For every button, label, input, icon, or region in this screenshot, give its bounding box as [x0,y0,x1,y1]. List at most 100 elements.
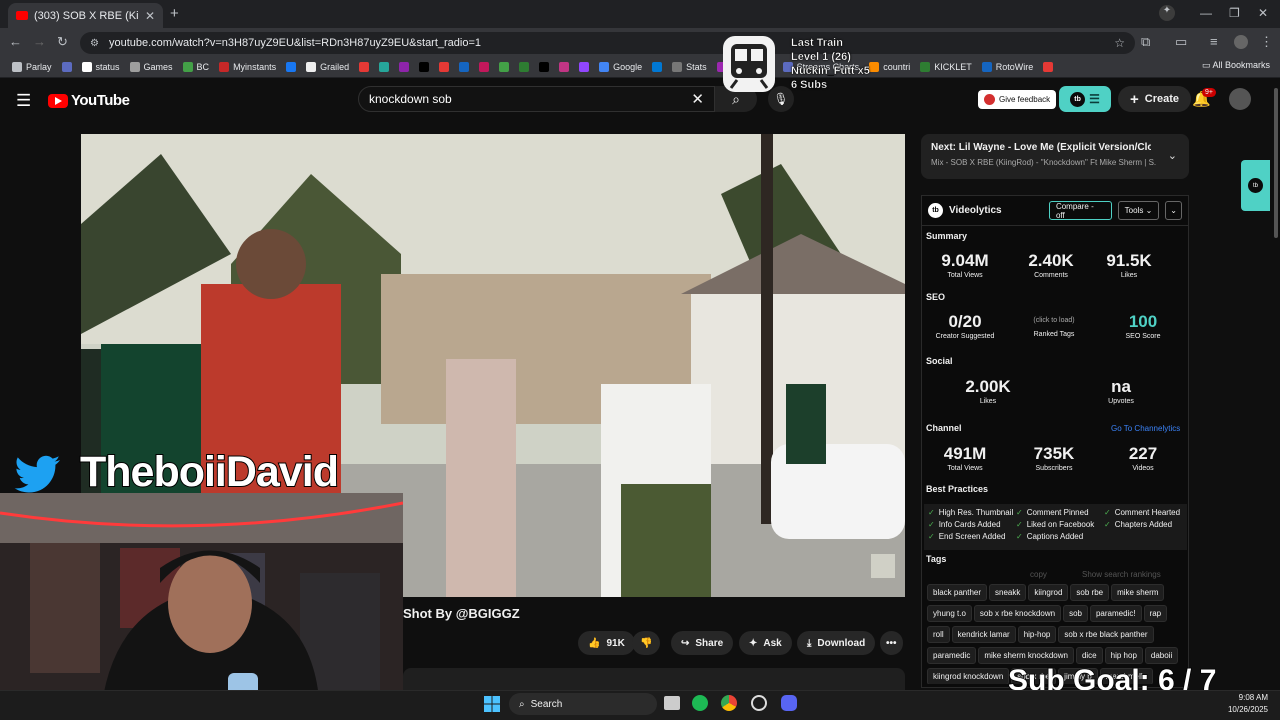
copy-tags-button[interactable]: copy [1030,570,1047,579]
hamburger-menu-icon[interactable]: ☰ [16,91,31,111]
account-avatar[interactable] [1229,88,1251,110]
minimize-icon[interactable]: — [1200,6,1212,20]
bookmark-item[interactable] [375,61,393,72]
tag-chip[interactable]: hip hop [1104,647,1143,664]
close-window-icon[interactable]: ✕ [1258,6,1268,20]
expand-chevron-icon[interactable]: ⌄ [1165,201,1182,220]
tag-chip[interactable]: dice [1075,647,1103,664]
tag-chip[interactable]: mike sherm [1111,584,1165,601]
share-button[interactable]: ↪ Share [671,631,734,655]
give-feedback-button[interactable]: Give feedback [978,90,1057,109]
bookmark-item[interactable] [515,61,533,72]
chevron-down-icon[interactable]: ⌄ [1168,149,1177,162]
bookmark-item[interactable] [395,61,413,72]
address-bar[interactable]: ⚙ youtube.com/watch?v=n3H87uyZ9EU&list=R… [80,32,1135,54]
tag-chip[interactable]: rap [1143,605,1168,622]
compare-button[interactable]: Compare - off [1048,201,1112,220]
profile-avatar[interactable] [1234,35,1248,49]
back-icon[interactable]: ← [9,34,22,49]
taskbar-search[interactable]: ⌕ Search [509,693,657,715]
bookmark-item[interactable] [435,61,453,72]
up-next-card[interactable]: Next: Lil Wayne - Love Me (Explicit Vers… [921,134,1189,179]
tag-chip[interactable]: sob [1063,605,1088,622]
bookmark-item[interactable] [555,61,573,72]
task-view-icon[interactable] [664,696,680,710]
sidepanel-icon[interactable]: ▭ [1175,34,1187,50]
bookmark-star-icon[interactable]: ☆ [1114,36,1125,50]
download-button[interactable]: ⤓ Download [797,631,876,655]
tag-chip[interactable]: mike sherm knockdown [978,647,1074,664]
bookmark-item[interactable] [1039,61,1057,72]
windows-start-icon[interactable] [483,695,501,713]
forward-icon[interactable]: → [33,34,46,49]
bookmark-item[interactable] [355,61,373,72]
ranked-tags-stat[interactable]: (click to load) Ranked Tags [1014,316,1094,338]
bookmark-item[interactable] [58,61,76,72]
gemini-icon[interactable]: ✦ [1159,5,1175,21]
tag-chip[interactable]: sneakk [989,584,1027,601]
bookmark-item[interactable]: RotoWire [978,61,1038,72]
chrome-icon[interactable] [721,695,737,711]
tag-chip[interactable]: kendrick lamar [951,626,1016,643]
bookmark-item[interactable] [535,61,553,72]
go-to-channelytics-link[interactable]: Go To Channelytics [1111,424,1180,433]
bookmark-item[interactable]: Google [595,61,646,72]
bookmark-item[interactable]: Parlay [8,61,56,72]
tag-chip[interactable]: sob rbe [1070,584,1110,601]
bookmark-item[interactable] [475,61,493,72]
ask-button[interactable]: ✦ Ask [739,631,792,655]
tools-button[interactable]: Tools ⌄ [1117,201,1160,220]
extensions-icon[interactable]: ⧉ [1141,34,1150,50]
tag-chip[interactable]: sob x rbe black panther [1058,626,1154,643]
bookmark-item[interactable]: status [78,61,124,72]
spotify-icon[interactable] [692,695,708,711]
system-clock[interactable]: 9:08 AM 10/26/2025 [1228,692,1268,716]
tag-chip[interactable]: yhung t.o [927,605,972,622]
bookmark-item[interactable]: Stats [668,61,711,72]
more-actions-button[interactable]: ••• [880,631,903,655]
bookmark-item[interactable] [495,61,513,72]
bookmark-item[interactable]: Grailed [302,61,353,72]
media-icon[interactable]: ≡ [1210,34,1218,49]
tubebuddy-side-tab[interactable]: tb [1241,160,1270,211]
create-button[interactable]: + Create [1118,86,1192,112]
restore-icon[interactable]: ❐ [1229,6,1240,20]
discord-icon[interactable] [781,695,797,711]
new-tab-icon[interactable]: + [170,5,179,22]
bookmark-item[interactable] [648,61,666,72]
bookmark-item[interactable]: KICKLET [916,61,976,72]
like-button[interactable]: 👍 91K [578,631,635,655]
youtube-logo[interactable]: YouTube [48,92,130,109]
bookmark-item[interactable]: countri [865,61,914,72]
tag-chip[interactable]: paramedic! [1089,605,1142,622]
bookmark-item[interactable] [415,61,433,72]
site-info-icon[interactable]: ⚙ [90,38,99,49]
bookmark-item[interactable]: Games [126,61,177,72]
bookmark-item[interactable] [455,61,473,72]
tag-chip[interactable]: kiingrod [1028,584,1069,601]
bookmark-item[interactable]: BC [179,61,214,72]
tag-chip[interactable]: roll [927,626,950,643]
tag-chip[interactable]: black panther [927,584,988,601]
page-scrollbar[interactable] [1272,78,1280,690]
scrollbar-thumb[interactable] [1274,88,1278,238]
menu-icon[interactable]: ⋮ [1260,34,1273,50]
tag-chip[interactable]: kiingrod knockdown [927,668,1010,684]
close-tab-icon[interactable]: ✕ [145,9,155,23]
obs-icon[interactable] [751,695,767,711]
browser-tab[interactable]: (303) SOB X RBE (KiingRod) ✕ [8,3,163,28]
description-box[interactable] [403,668,905,690]
tag-chip[interactable]: daboii [1144,647,1179,664]
tag-chip[interactable]: paramedic [927,647,977,664]
search-input[interactable]: knockdown sob ✕ [358,86,715,112]
tag-chip[interactable]: sob x rbe knockdown [973,605,1062,622]
bookmark-item[interactable]: Myinstants [215,61,280,72]
reload-icon[interactable]: ↻ [57,34,68,50]
bookmark-item[interactable] [575,61,593,72]
bookmark-item[interactable] [282,61,300,72]
tubebuddy-menu-button[interactable]: tb ☰ [1059,86,1111,112]
show-search-rankings-button[interactable]: Show search rankings [1082,570,1161,579]
clear-search-icon[interactable]: ✕ [691,90,704,108]
dislike-button[interactable]: 👎 [632,631,661,655]
all-bookmarks[interactable]: ▭ All Bookmarks [1202,60,1270,71]
